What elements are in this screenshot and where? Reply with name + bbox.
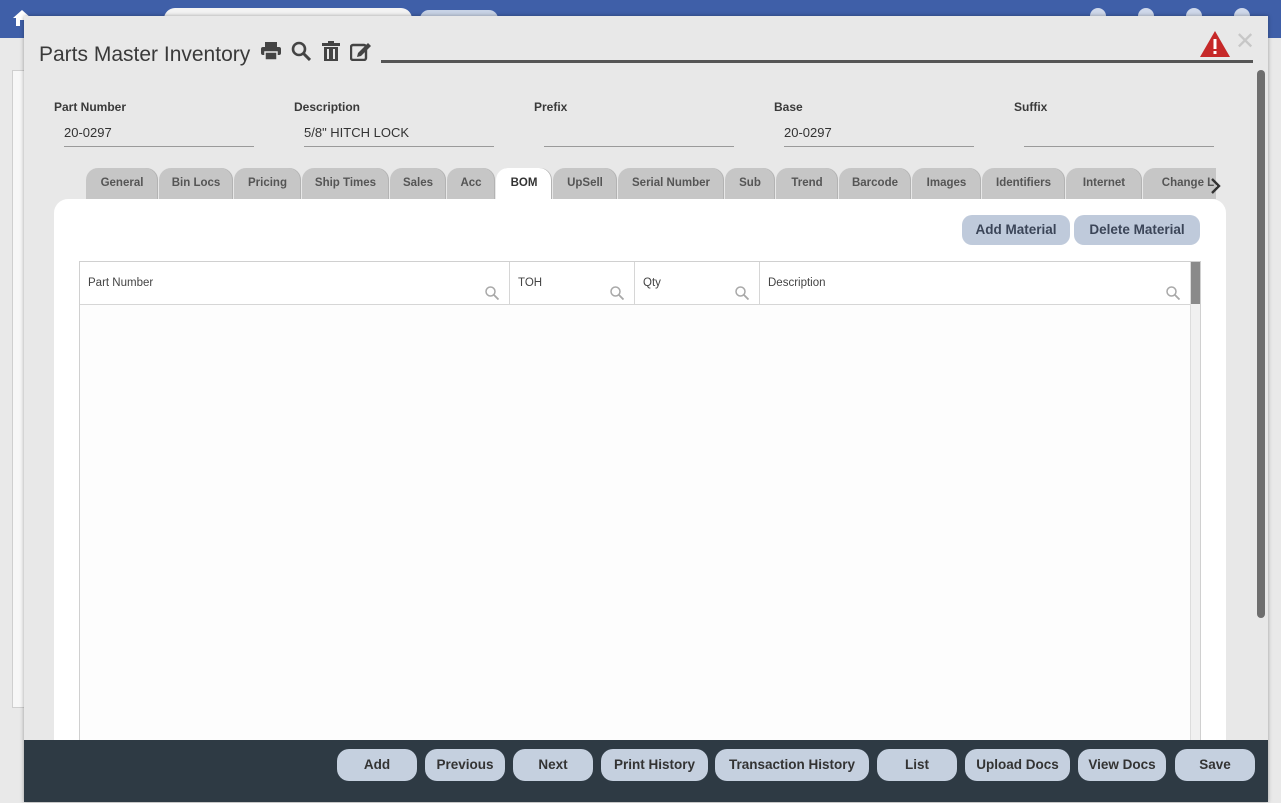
close-icon[interactable]: ✕	[1235, 30, 1255, 54]
list-button[interactable]: List	[877, 749, 957, 781]
prefix-input[interactable]	[544, 123, 734, 147]
print-history-button[interactable]: Print History	[601, 749, 708, 781]
column-toh[interactable]: TOH	[510, 262, 635, 304]
tab-internet[interactable]: Internet	[1066, 168, 1142, 199]
trash-icon[interactable]	[320, 40, 342, 62]
base-field: Base 20-0297	[774, 100, 974, 147]
tab-sub[interactable]: Sub	[725, 168, 775, 199]
save-button[interactable]: Save	[1175, 749, 1255, 781]
prefix-label: Prefix	[534, 100, 568, 114]
add-button[interactable]: Add	[337, 749, 417, 781]
grid-header: Part Number TOH Qty Description	[80, 262, 1190, 305]
tab-ship-times[interactable]: Ship Times	[302, 168, 389, 199]
warning-icon[interactable]	[1199, 30, 1231, 63]
tab-images[interactable]: Images	[912, 168, 981, 199]
delete-material-button[interactable]: Delete Material	[1074, 215, 1200, 245]
part-number-input[interactable]: 20-0297	[64, 123, 254, 147]
modal-title: Parts Master Inventory	[39, 43, 251, 66]
column-description[interactable]: Description	[760, 262, 1190, 304]
grid-scrollbar-thumb[interactable]	[1191, 262, 1200, 304]
print-icon[interactable]	[260, 40, 282, 62]
column-search-icon[interactable]	[735, 276, 750, 318]
column-label: Qty	[643, 277, 661, 289]
suffix-field: Suffix	[1014, 100, 1214, 147]
column-qty[interactable]: Qty	[635, 262, 760, 304]
search-icon[interactable]	[290, 40, 312, 62]
footer-action-bar: Add Previous Next Print History Transact…	[24, 740, 1268, 802]
chevron-right-icon[interactable]	[1206, 174, 1226, 198]
grid-scrollbar[interactable]	[1190, 262, 1200, 762]
column-label: Description	[768, 277, 826, 289]
tab-barcode[interactable]: Barcode	[839, 168, 911, 199]
tab-bin-locs[interactable]: Bin Locs	[159, 168, 233, 199]
suffix-label: Suffix	[1014, 100, 1048, 114]
view-docs-button[interactable]: View Docs	[1078, 749, 1166, 781]
tab-bar: General Bin Locs Pricing Ship Times Sale…	[86, 168, 1216, 199]
part-number-label: Part Number	[54, 100, 127, 114]
suffix-input[interactable]	[1024, 123, 1214, 147]
tab-upsell[interactable]: UpSell	[553, 168, 617, 199]
column-label: Part Number	[88, 277, 154, 289]
prefix-field: Prefix	[534, 100, 734, 147]
tab-serial-number[interactable]: Serial Number	[618, 168, 724, 199]
base-input[interactable]: 20-0297	[784, 123, 974, 147]
transaction-history-button[interactable]: Transaction History	[715, 749, 869, 781]
tab-general[interactable]: General	[86, 168, 158, 199]
column-search-icon[interactable]	[610, 276, 625, 318]
tab-identifiers[interactable]: Identifiers	[982, 168, 1065, 199]
column-search-icon[interactable]	[1166, 276, 1181, 318]
base-label: Base	[774, 100, 803, 114]
add-material-button[interactable]: Add Material	[962, 215, 1070, 245]
column-search-icon[interactable]	[485, 276, 500, 318]
edit-icon[interactable]	[350, 40, 372, 62]
column-label: TOH	[518, 277, 543, 289]
next-button[interactable]: Next	[513, 749, 593, 781]
tab-trend[interactable]: Trend	[776, 168, 838, 199]
modal-toolbar	[260, 40, 372, 62]
previous-button[interactable]: Previous	[425, 749, 505, 781]
modal-scrollbar[interactable]	[1257, 70, 1265, 618]
upload-docs-button[interactable]: Upload Docs	[965, 749, 1070, 781]
description-input[interactable]: 5/8" HITCH LOCK	[304, 123, 494, 147]
tab-pricing[interactable]: Pricing	[234, 168, 301, 199]
column-part-number[interactable]: Part Number	[80, 262, 510, 304]
bom-grid: Part Number TOH Qty Description	[79, 261, 1201, 763]
tab-bom[interactable]: BOM	[496, 168, 552, 199]
tab-sales[interactable]: Sales	[390, 168, 446, 199]
title-divider	[381, 60, 1253, 63]
parts-master-modal: Parts Master Inventory ✕ Part Number 20-…	[24, 16, 1268, 802]
description-field: Description 5/8" HITCH LOCK	[294, 100, 494, 147]
bom-panel: Add Material Delete Material Part Number…	[54, 199, 1226, 763]
description-label: Description	[294, 100, 361, 114]
part-number-field: Part Number 20-0297	[54, 100, 254, 147]
tab-acc[interactable]: Acc	[447, 168, 495, 199]
